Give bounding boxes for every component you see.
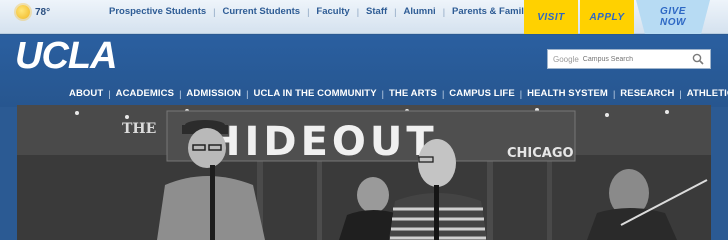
link-faculty[interactable]: Faculty (316, 6, 349, 17)
nav-the-arts[interactable]: THE ARTS (389, 88, 437, 99)
search-input[interactable] (582, 55, 701, 63)
ucla-logo[interactable]: UCLA (15, 35, 118, 78)
apply-button[interactable]: APPLY (580, 0, 634, 34)
give-label-line2: NOW (660, 17, 686, 28)
nav-campus-life[interactable]: CAMPUS LIFE (449, 88, 515, 99)
campus-search: Google (547, 49, 711, 69)
give-label-line1: GIVE (660, 6, 686, 17)
nav-community[interactable]: UCLA IN THE COMMUNITY (254, 88, 377, 99)
separator: | (394, 6, 397, 17)
audience-nav: Prospective Students | Current Students … (109, 6, 537, 17)
nav-research[interactable]: RESEARCH (620, 88, 674, 99)
sign-hideout: HIDEOUT (207, 119, 438, 165)
separator: | (441, 88, 445, 99)
weather-widget[interactable]: 78° (16, 5, 50, 19)
google-brand: Google (553, 54, 579, 64)
temperature: 78° (35, 6, 51, 18)
visit-button[interactable]: VISIT (524, 0, 578, 34)
utility-bar: 78° Prospective Students | Current Stude… (0, 0, 728, 34)
give-now-button[interactable]: GIVE NOW (636, 0, 710, 34)
separator: | (612, 88, 616, 99)
nav-academics[interactable]: ACADEMICS (116, 88, 174, 99)
hero-photo[interactable]: THE HIDEOUT CHICAGO (17, 105, 711, 240)
nav-about[interactable]: ABOUT (69, 88, 103, 99)
separator: | (679, 88, 682, 99)
separator: | (307, 6, 310, 17)
link-staff[interactable]: Staff (366, 6, 387, 17)
link-current-students[interactable]: Current Students (222, 6, 300, 17)
separator: | (442, 6, 446, 17)
sign-chicago: CHICAGO (507, 146, 574, 161)
nav-health-system[interactable]: HEALTH SYSTEM (527, 88, 608, 99)
separator: | (381, 88, 384, 99)
main-nav: ABOUT | ACADEMICS | ADMISSION | UCLA IN … (69, 88, 728, 99)
separator: | (246, 88, 249, 99)
link-alumni[interactable]: Alumni (404, 6, 436, 17)
search-icon[interactable] (692, 53, 704, 65)
separator: | (519, 88, 523, 99)
nav-admission[interactable]: ADMISSION (186, 88, 241, 99)
nav-athletics[interactable]: ATHLETICS (687, 88, 728, 99)
separator: | (213, 6, 216, 17)
separator: | (108, 88, 111, 99)
hero-illustration: THE HIDEOUT CHICAGO (17, 105, 711, 240)
separator: | (179, 88, 182, 99)
separator: | (356, 6, 360, 17)
sun-icon (16, 5, 30, 19)
link-prospective-students[interactable]: Prospective Students (109, 6, 206, 17)
sign-the: THE (122, 121, 156, 137)
